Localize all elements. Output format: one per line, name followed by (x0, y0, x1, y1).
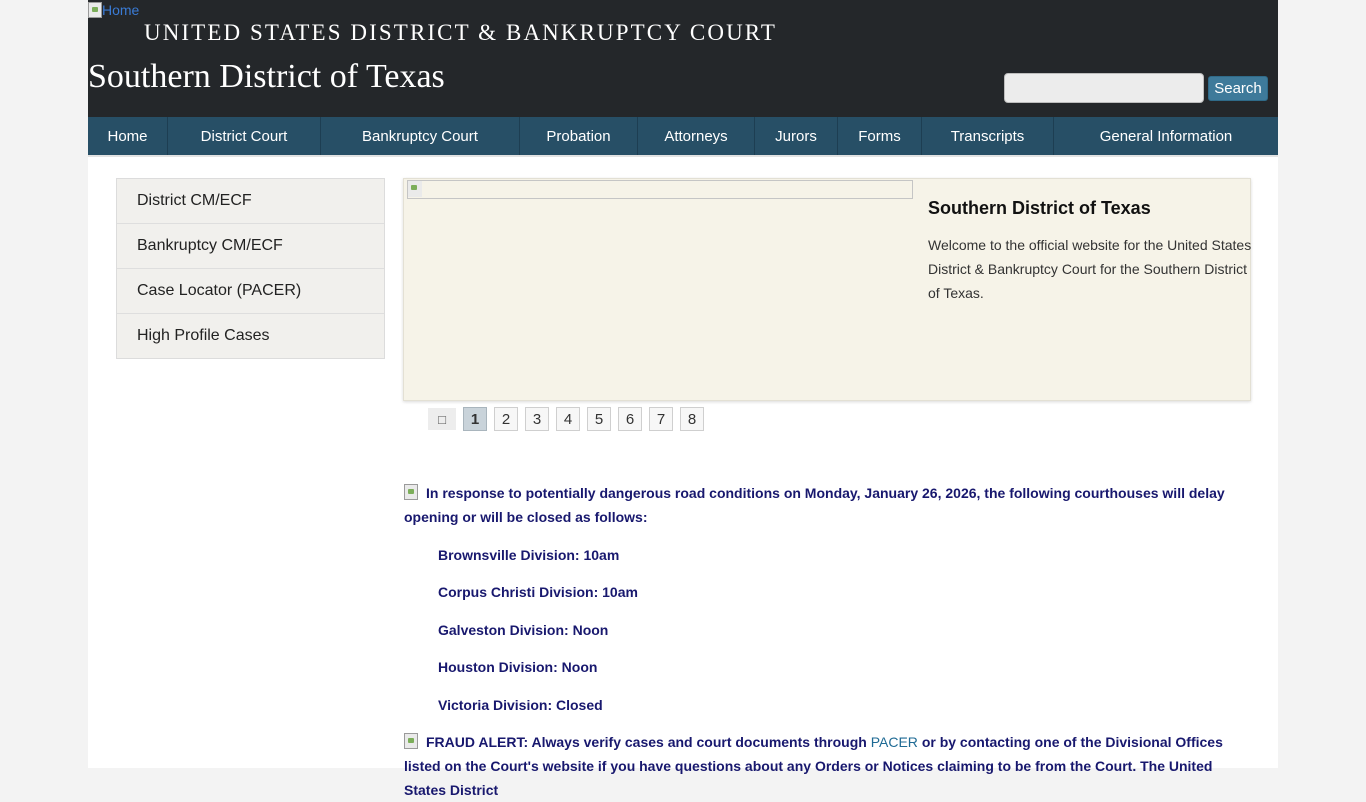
pacer-link[interactable]: PACER (871, 734, 918, 750)
division-status: Galveston Division: Noon (438, 622, 609, 638)
pager-page-2[interactable]: 2 (494, 407, 518, 431)
division-status: Corpus Christi Division: 10am (438, 584, 638, 600)
weather-notice: In response to potentially dangerous roa… (404, 481, 1252, 529)
nav-item-general-information[interactable]: General Information (1054, 117, 1278, 155)
broken-image-icon (408, 181, 422, 197)
pager-page-6[interactable]: 6 (618, 407, 642, 431)
nav-item-probation[interactable]: Probation (520, 117, 638, 155)
pager-page-7[interactable]: 7 (649, 407, 673, 431)
home-alt-text: Home (102, 2, 140, 18)
pager-page-1[interactable]: 1 (463, 407, 487, 431)
search-input[interactable] (1004, 73, 1204, 103)
pager-page-4[interactable]: 4 (556, 407, 580, 431)
nav-item-forms[interactable]: Forms (838, 117, 922, 155)
sidebar-item-bankruptcy-cmecf[interactable]: Bankruptcy CM/ECF (117, 224, 384, 269)
division-status: Victoria Division: Closed (438, 697, 603, 713)
sidebar-item-case-locator[interactable]: Case Locator (PACER) (117, 269, 384, 314)
court-name: UNITED STATES DISTRICT & BANKRUPTCY COUR… (144, 20, 777, 45)
weather-notice-text: In response to potentially dangerous roa… (404, 485, 1225, 525)
nav-item-home[interactable]: Home (88, 117, 168, 155)
pager-page-8[interactable]: 8 (680, 407, 704, 431)
pager-page-3[interactable]: 3 (525, 407, 549, 431)
fraud-alert-notice: FRAUD ALERT: Always verify cases and cou… (404, 730, 1252, 802)
pager-prev-button[interactable]: □ (428, 408, 456, 430)
district-name: Southern District of Texas (88, 58, 445, 95)
nav-item-transcripts[interactable]: Transcripts (922, 117, 1054, 155)
site-header: Home UNITED STATES DISTRICT & BANKRUPTCY… (88, 0, 1278, 117)
broken-image-icon (88, 2, 102, 18)
broken-image-icon (404, 733, 418, 749)
home-logo-link[interactable]: Home (88, 2, 139, 18)
search-button[interactable]: Search (1208, 76, 1268, 101)
pager-page-5[interactable]: 5 (587, 407, 611, 431)
nav-item-attorneys[interactable]: Attorneys (638, 117, 755, 155)
quick-links-sidebar: District CM/ECF Bankruptcy CM/ECF Case L… (116, 178, 385, 359)
slide-image[interactable] (407, 180, 913, 199)
nav-item-jurors[interactable]: Jurors (755, 117, 838, 155)
slide-title: Southern District of Texas (928, 198, 1151, 218)
nav-item-bankruptcy-court[interactable]: Bankruptcy Court (321, 117, 520, 155)
slide-text: Welcome to the official website for the … (928, 237, 1252, 301)
chevron-left-icon: □ (438, 411, 446, 427)
nav-item-district-court[interactable]: District Court (168, 117, 321, 155)
slider-pager: □ 1 2 3 4 5 6 7 8 (428, 407, 711, 431)
division-status: Brownsville Division: 10am (438, 547, 620, 563)
fraud-alert-prefix: FRAUD ALERT: Always verify cases and cou… (426, 734, 867, 750)
division-status: Houston Division: Noon (438, 659, 598, 675)
page: Home UNITED STATES DISTRICT & BANKRUPTCY… (88, 0, 1278, 798)
main-nav: Home District Court Bankruptcy Court Pro… (88, 117, 1278, 157)
broken-image-icon (404, 484, 418, 500)
featured-slider: Southern District of Texas Welcome to th… (403, 178, 1251, 401)
sidebar-item-high-profile-cases[interactable]: High Profile Cases (117, 314, 384, 358)
sidebar-item-district-cmecf[interactable]: District CM/ECF (117, 179, 384, 224)
